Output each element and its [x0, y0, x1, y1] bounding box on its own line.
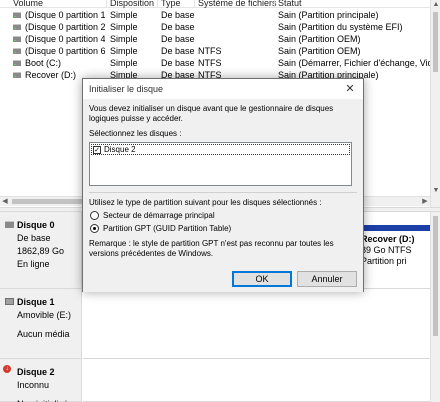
hard-disk-icon — [5, 221, 14, 228]
disk-state: Non initialisé — [17, 398, 81, 402]
scroll-thumb[interactable] — [433, 216, 438, 336]
disk-row-1[interactable]: Disque 1 Amovible (E:) Aucun média — [0, 289, 440, 359]
select-disks-label: Sélectionnez les disques : — [89, 129, 182, 138]
disk-1-label[interactable]: Disque 1 Amovible (E:) Aucun média — [0, 289, 82, 359]
volume-type: De base — [161, 46, 195, 56]
volume-icon — [13, 36, 21, 42]
column-header-status[interactable]: Statut — [278, 0, 302, 8]
disk-item-label: Disque 2 — [104, 145, 136, 154]
volume-row[interactable]: (Disque 0 partition 4) Simple De base Sa… — [0, 33, 430, 45]
volume-filesystem: NTFS — [198, 58, 222, 68]
disk-2-partitions — [83, 359, 430, 402]
volume-row[interactable]: (Disque 0 partition 1) Simple De base Sa… — [0, 9, 430, 21]
volume-status: Sain (Démarrer, Fichier d'échange, Vidag… — [278, 58, 430, 68]
volume-status: Sain (Partition OEM) — [278, 46, 361, 56]
divider — [89, 192, 357, 193]
scroll-thumb[interactable] — [433, 12, 438, 72]
dialog-body: Vous devez initialiser un disque avant q… — [83, 99, 363, 292]
ok-button[interactable]: OK — [232, 271, 292, 287]
disk-2-label[interactable]: ↓ Disque 2 Inconnu Non initialisé — [0, 359, 82, 402]
column-header-type[interactable]: Type — [161, 0, 181, 8]
removable-disk-icon — [5, 298, 14, 305]
column-header-volume[interactable]: Volume — [13, 0, 43, 8]
volume-layout: Simple — [110, 10, 138, 20]
disk-selection-list[interactable]: ✓ Disque 2 — [89, 142, 352, 186]
column-header-filesystem[interactable]: Système de fichiers — [198, 0, 277, 8]
volume-layout: Simple — [110, 34, 138, 44]
close-icon[interactable]: ✕ — [343, 82, 357, 96]
radio-mbr[interactable]: Secteur de démarrage principal — [90, 210, 350, 221]
column-divider[interactable] — [106, 0, 107, 8]
volume-name: Boot (C:) — [25, 58, 62, 68]
volume-icon — [13, 60, 21, 66]
disk-list-item[interactable]: ✓ Disque 2 — [91, 144, 350, 155]
dialog-title: Initialiser le disque — [89, 84, 164, 94]
volume-type: De base — [161, 10, 195, 20]
partition-status: Partition pri — [361, 256, 407, 266]
disk-map-vertical-scrollbar[interactable] — [430, 212, 440, 402]
volume-layout: Simple — [110, 58, 138, 68]
volume-type: De base — [161, 34, 195, 44]
volume-type: De base — [161, 22, 195, 32]
scroll-left-arrow-icon[interactable]: ◀ — [0, 197, 10, 207]
volume-row[interactable]: Boot (C:) Simple De base NTFS Sain (Déma… — [0, 57, 430, 69]
disk-state: En ligne — [17, 259, 50, 269]
volume-name: (Disque 0 partition 4) — [25, 34, 105, 44]
intro-text: Vous devez initialiser un disque avant q… — [89, 104, 334, 123]
disk-media: Aucun média — [17, 329, 70, 339]
column-divider[interactable] — [157, 0, 158, 8]
initialize-disk-dialog: Initialiser le disque ✕ Vous devez initi… — [82, 78, 364, 292]
partition-style-label: Utilisez le type de partition suivant po… — [89, 198, 322, 207]
volume-list-vertical-scrollbar[interactable]: ▲ ▼ — [430, 0, 440, 212]
volume-status: Sain (Partition du système EFI) — [278, 22, 403, 32]
disk-type: De base — [17, 233, 51, 243]
disk-1-partitions — [83, 289, 430, 359]
dialog-title-bar[interactable]: Initialiser le disque ✕ — [83, 79, 363, 99]
volume-layout: Simple — [110, 46, 138, 56]
volume-status: Sain (Partition OEM) — [278, 34, 361, 44]
volume-icon — [13, 12, 21, 18]
scroll-right-arrow-icon[interactable]: ▶ — [420, 197, 430, 207]
volume-icon — [13, 24, 21, 30]
disk-type: Amovible (E:) — [17, 310, 72, 320]
volume-type: De base — [161, 58, 195, 68]
volume-icon — [13, 72, 21, 78]
disk-name: Disque 2 — [17, 367, 55, 377]
partition-recover[interactable]: Recover (D:) 89 Go NTFS Partition pri — [355, 225, 430, 275]
disk-type: Inconnu — [17, 380, 50, 390]
column-header-layout[interactable]: Disposition — [110, 0, 154, 8]
option-gpt-label[interactable]: Partition GPT (GUID Partition Table) — [103, 223, 231, 234]
error-arrow-icon: ↓ — [3, 365, 11, 373]
disk-checkbox[interactable]: ✓ — [93, 146, 101, 154]
disk-name: Disque 0 — [17, 220, 55, 230]
volume-name: (Disque 0 partition 1) — [25, 10, 105, 20]
partition-name: Recover (D:) — [361, 234, 415, 244]
volume-layout: Simple — [110, 22, 138, 32]
option-mbr-label[interactable]: Secteur de démarrage principal — [103, 210, 215, 221]
volume-row[interactable]: (Disque 0 partition 2) Simple De base Sa… — [0, 21, 430, 33]
cancel-button[interactable]: Annuler — [297, 271, 357, 287]
scroll-down-arrow-icon[interactable]: ▼ — [431, 186, 440, 196]
scroll-up-arrow-icon[interactable]: ▲ — [431, 0, 440, 10]
disk-0-label[interactable]: Disque 0 De base 1862,89 Go En ligne — [0, 212, 82, 289]
column-divider[interactable] — [274, 0, 275, 8]
volume-row[interactable]: (Disque 0 partition 6) Simple De base NT… — [0, 45, 430, 57]
disk-row-2[interactable]: ↓ Disque 2 Inconnu Non initialisé — [0, 359, 440, 402]
partition-size: 89 Go NTFS — [361, 245, 412, 255]
column-headers: Volume Disposition Type Système de fichi… — [0, 0, 430, 8]
radio-gpt[interactable]: Partition GPT (GUID Partition Table) — [90, 223, 350, 234]
remark-text: Remarque : le style de partition GPT n'e… — [89, 239, 334, 258]
disk-size: 1862,89 Go — [17, 246, 65, 256]
disk-name: Disque 1 — [17, 297, 55, 307]
radio-button-gpt[interactable] — [90, 224, 99, 233]
column-divider[interactable] — [194, 0, 195, 8]
radio-button-mbr[interactable] — [90, 211, 99, 220]
volume-filesystem: NTFS — [198, 46, 222, 56]
volume-icon — [13, 48, 21, 54]
volume-name: (Disque 0 partition 2) — [25, 22, 105, 32]
volume-name: (Disque 0 partition 6) — [25, 46, 105, 56]
volume-status: Sain (Partition principale) — [278, 10, 379, 20]
